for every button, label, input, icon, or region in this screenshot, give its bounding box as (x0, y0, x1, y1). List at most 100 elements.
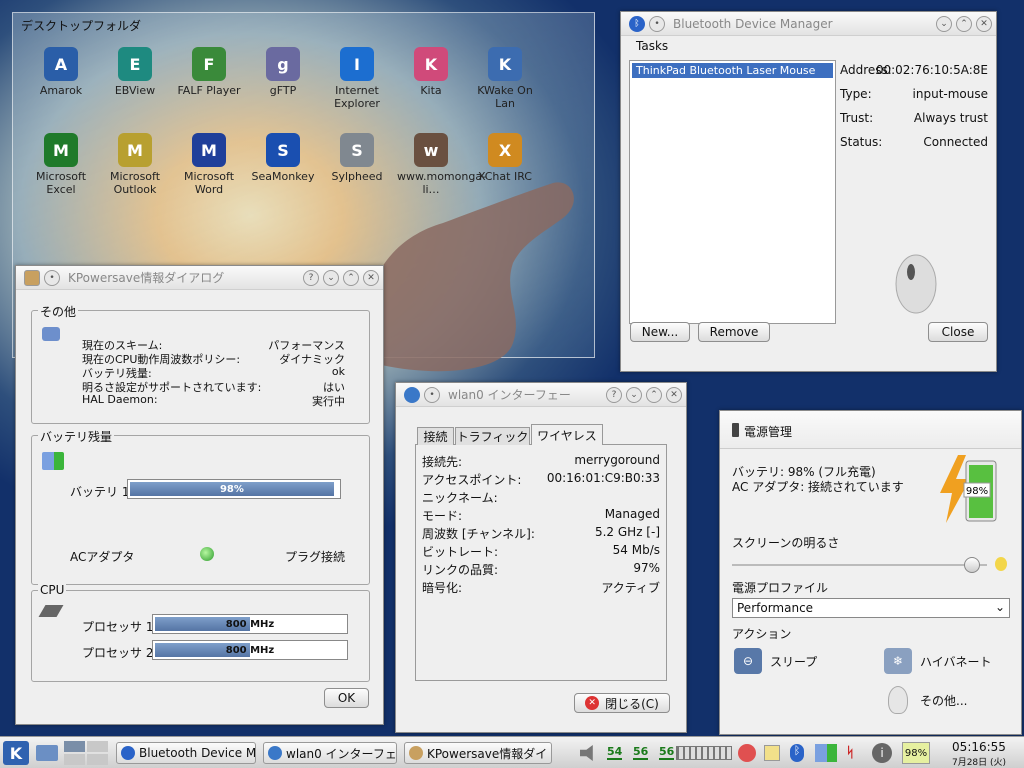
outlook-icon: M (118, 133, 152, 167)
desktop-icon[interactable]: M Microsoft Excel (27, 133, 95, 196)
desktop-icon[interactable]: w www.momonga-li… (397, 133, 486, 196)
kp-titlebar[interactable]: • KPowersave情報ダイアログ ? ⌄ ⌃ ✕ (16, 266, 383, 290)
excel-icon: M (44, 133, 78, 167)
ok-button[interactable]: OK (324, 688, 369, 708)
wlan-tab[interactable]: 接続 (417, 427, 454, 445)
task-label: Bluetooth Device M (139, 746, 256, 760)
bt-prop-value: Always trust (913, 111, 988, 125)
show-desktop-icon[interactable] (36, 745, 58, 761)
maximize-button[interactable]: ⌃ (956, 15, 972, 32)
wlan-prop-value: 00:16:01:C9:B0:33 (546, 471, 660, 485)
desktop-icon[interactable]: S SeaMonkey (249, 133, 317, 183)
kita-icon: K (414, 47, 448, 81)
wlan-title: wlan0 インターフェー (448, 388, 571, 402)
device-item[interactable]: ThinkPad Bluetooth Laser Mouse (632, 63, 833, 78)
maximize-button[interactable]: ⌃ (646, 386, 662, 403)
bluetooth-tray-icon[interactable]: ᛒ (790, 744, 804, 762)
desktop-icon[interactable]: X XChat IRC (471, 133, 539, 183)
cpu-label: プロセッサ 1 (82, 620, 154, 634)
xchat-icon: X (488, 133, 522, 167)
wlan-tab[interactable]: ワイヤレス (531, 424, 603, 445)
maximize-button[interactable]: ⌃ (343, 269, 359, 286)
taskbar: K Bluetooth Device M wlan0 インターフェー KPowers… (0, 736, 1024, 768)
network-tray-icon[interactable]: ᛋ (846, 745, 860, 761)
close-button[interactable]: ✕ (363, 269, 379, 286)
pm-ac-status: AC アダプタ: 接続されています (732, 480, 904, 494)
lightbulb-icon (888, 686, 908, 714)
other-action[interactable]: その他... (888, 686, 967, 714)
ac-label: ACアダプタ (70, 550, 135, 564)
desktop-icon[interactable]: M Microsoft Word (175, 133, 243, 196)
menu-button[interactable]: • (424, 386, 440, 403)
other-group: その他 現在のスキーム: パフォーマンス 現在のCPU動作周波数ポリシー: ダイナミッ… (31, 303, 370, 424)
kpowersave-window: • KPowersave情報ダイアログ ? ⌄ ⌃ ✕ その他 現在のスキーム:… (15, 265, 384, 725)
clipboard-icon[interactable] (764, 745, 780, 761)
desktop-icon[interactable]: I Internet Explorer (323, 47, 391, 110)
wlan-prop-value: 5.2 GHz [-] (594, 525, 660, 539)
help-button[interactable]: ? (303, 269, 319, 286)
taskbar-task[interactable]: KPowersave情報ダイ (404, 742, 552, 764)
pager[interactable] (64, 741, 108, 765)
cpu-progress-text: 800 MHz (225, 618, 275, 630)
other-label: その他... (920, 693, 968, 708)
hibernate-action[interactable]: ❄ ハイバネート (884, 647, 992, 675)
cpu-icon (38, 605, 64, 617)
desktop-icon[interactable]: K Kita (397, 47, 465, 97)
other-value: 実行中 (312, 395, 345, 408)
desktop-icon[interactable]: F FALF Player (175, 47, 243, 97)
falf-icon: F (192, 47, 226, 81)
desktop-icon[interactable]: g gFTP (249, 47, 317, 97)
info-icon[interactable]: i (872, 743, 892, 763)
wlan-prop-key: モード: (422, 509, 463, 523)
device-list[interactable]: ThinkPad Bluetooth Laser Mouse (629, 60, 836, 324)
new-button[interactable]: New... (630, 322, 690, 342)
desktop-icon[interactable]: M Microsoft Outlook (101, 133, 169, 196)
actions-label: アクション (732, 627, 792, 641)
desktop-icon[interactable]: E EBView (101, 47, 169, 97)
brightness-slider-handle[interactable] (963, 557, 980, 573)
remove-button[interactable]: Remove (698, 322, 770, 342)
minimize-button[interactable]: ⌄ (936, 15, 952, 32)
kpowersave-tray-icon[interactable] (815, 744, 837, 762)
menu-button[interactable]: • (44, 269, 60, 286)
bt-titlebar[interactable]: ᛒ • Bluetooth Device Manager ⌄ ⌃ ✕ (621, 12, 996, 36)
tasks-menu[interactable]: Tasks (636, 39, 668, 53)
battery-charging-icon: 98% (940, 455, 997, 523)
battery-plug-icon (42, 452, 64, 470)
folder-title: デスクトップフォルダ (21, 19, 142, 33)
close-dialog-button[interactable]: Close (928, 322, 988, 342)
kp-title: KPowersave情報ダイアログ (68, 271, 225, 285)
taskbar-task[interactable]: Bluetooth Device M (116, 742, 256, 764)
cpu-temp-tray: 56 (633, 745, 649, 760)
sleep-action[interactable]: ⊖ スリープ (734, 647, 817, 675)
taskbar-task[interactable]: wlan0 インターフェー (263, 742, 397, 764)
clock-time[interactable]: 05:16:55 (946, 740, 1012, 754)
close-button[interactable]: ✕ (976, 15, 992, 32)
pm-battery-badge: 98% (966, 486, 988, 497)
desktop-icon[interactable]: A Amarok (27, 47, 95, 97)
desktop-icon[interactable]: K KWake On Lan (471, 47, 539, 110)
volume-icon[interactable] (580, 745, 593, 761)
minimize-button[interactable]: ⌄ (626, 386, 642, 403)
wlan-prop-key: 接続先: (422, 455, 463, 469)
wlan-tab[interactable]: トラフィック (455, 427, 530, 445)
profile-select[interactable]: Performance ⌄ (732, 598, 1010, 618)
clock-date: 7月28日 (火) (951, 758, 1007, 768)
minimize-button[interactable]: ⌄ (323, 269, 339, 286)
task-icon (268, 746, 282, 760)
wlan-titlebar[interactable]: • wlan0 インターフェー ? ⌄ ⌃ ✕ (396, 383, 686, 407)
network-globe-icon (404, 386, 420, 403)
ac-status-led-icon (200, 547, 214, 561)
help-button[interactable]: ? (606, 386, 622, 403)
close-button[interactable]: ✕ (666, 386, 682, 403)
k-menu-icon[interactable]: K (3, 741, 29, 765)
cpu-progress: 800 MHz (152, 640, 348, 660)
desktop-icon-label: Amarok (39, 84, 83, 97)
brightness-slider[interactable] (732, 564, 987, 566)
kita-tray-icon[interactable] (738, 744, 756, 762)
bt-prop-key: Type: (840, 87, 872, 101)
desktop-icon[interactable]: S Sylpheed (323, 133, 391, 183)
menu-button[interactable]: • (649, 15, 665, 32)
battery-tray[interactable]: 98% (902, 742, 930, 764)
wlan-close-button[interactable]: ✕ 閉じる(C) (574, 693, 670, 713)
